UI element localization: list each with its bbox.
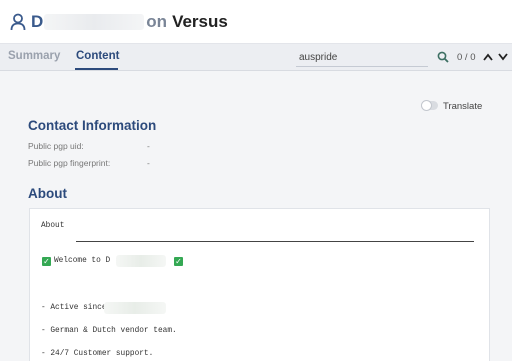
redacted-title-block	[44, 13, 145, 30]
active-tab-indicator	[75, 68, 118, 70]
chevron-up-icon[interactable]	[483, 53, 493, 61]
translate-label: Translate	[443, 101, 483, 112]
toggle-knob	[421, 100, 432, 111]
chevron-down-icon[interactable]	[498, 53, 508, 61]
contact-information-heading: Contact Information	[28, 118, 157, 133]
translate-toggle[interactable]	[421, 100, 438, 111]
pgp-fingerprint-value: -	[147, 158, 150, 168]
checkmark-icon: ✓	[174, 257, 183, 266]
tab-bar: Summary Content	[0, 44, 512, 71]
page-title-prefix: D	[31, 11, 44, 31]
user-icon	[10, 13, 26, 30]
about-line-active: - Active since	[41, 304, 107, 312]
pgp-uid-value: -	[147, 141, 150, 151]
redacted-name-block	[116, 255, 166, 267]
search-result-count: 0 / 0	[457, 52, 476, 63]
about-box-title: About	[41, 222, 65, 230]
page-title-connector: on	[146, 11, 168, 31]
pgp-fingerprint-label: Public pgp fingerprint:	[28, 158, 111, 168]
tab-content[interactable]: Content	[76, 50, 119, 62]
page-title-name: Versus	[172, 11, 228, 31]
title-bar: D on Versus	[0, 0, 512, 44]
pgp-uid-label: Public pgp uid:	[28, 141, 84, 151]
checkmark-icon: ✓	[42, 257, 51, 266]
about-line-team: - German & Dutch vendor team.	[41, 327, 177, 335]
search-icon[interactable]	[437, 51, 449, 63]
redacted-date-block	[104, 302, 166, 314]
welcome-text: Welcome to D	[54, 257, 111, 265]
about-content-box: About ✓ Welcome to D ✓ - Active since - …	[29, 208, 490, 361]
search-input[interactable]	[296, 48, 428, 67]
divider	[76, 241, 474, 242]
about-line-support: - 24/7 Customer support.	[41, 350, 154, 358]
tab-summary[interactable]: Summary	[8, 50, 60, 62]
about-heading: About	[28, 186, 67, 201]
